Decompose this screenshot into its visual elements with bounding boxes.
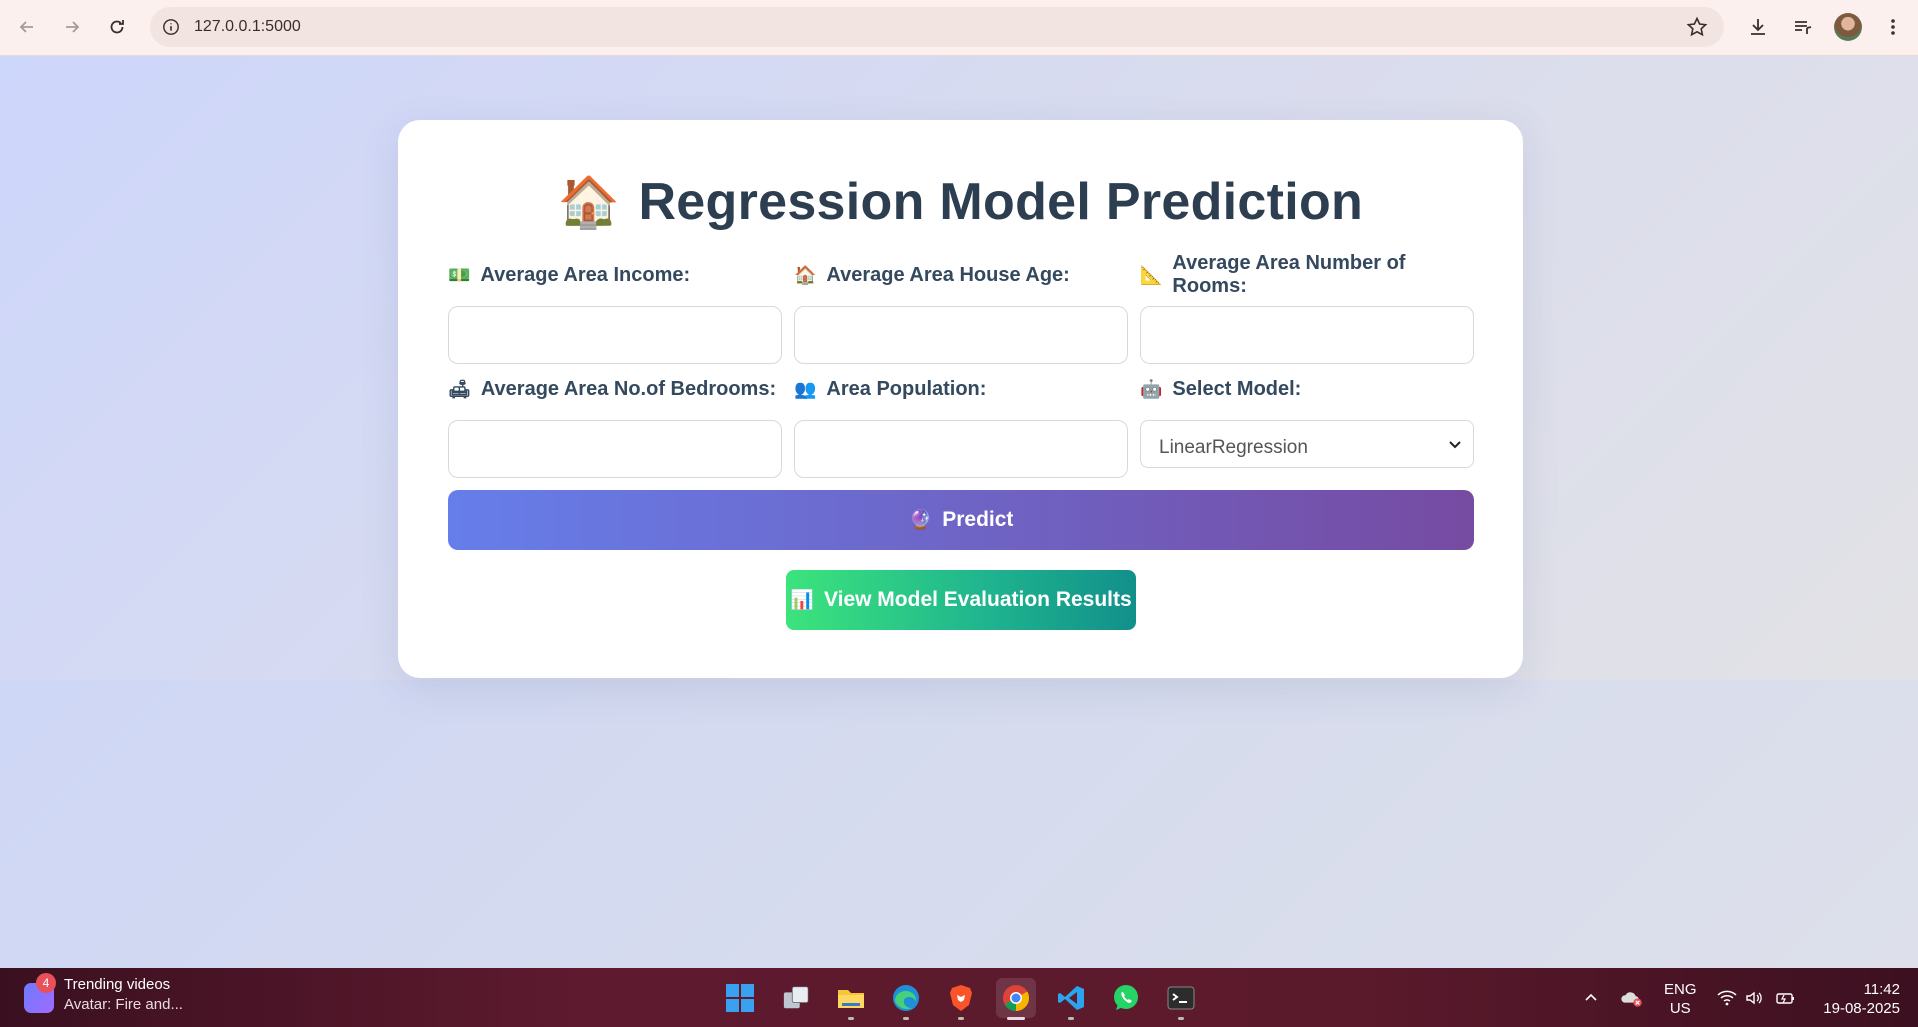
language-indicator[interactable]: ENG US — [1664, 980, 1697, 1018]
widget-title: Trending videos — [64, 976, 171, 993]
back-button[interactable] — [10, 10, 44, 44]
task-view-icon[interactable] — [776, 978, 816, 1018]
model-label-text: Select Model: — [1172, 377, 1302, 400]
edge-icon[interactable] — [886, 978, 926, 1020]
wifi-icon[interactable] — [1717, 968, 1737, 1027]
chrome-icon[interactable] — [996, 978, 1036, 1020]
brave-icon[interactable] — [941, 978, 981, 1020]
crystal-ball-icon: 🔮 — [908, 510, 933, 531]
field-house-age: 🏠 Average Area House Age: — [794, 262, 1128, 364]
news-widget[interactable]: 4 Trending videos Avatar: Fire and... — [24, 973, 183, 1013]
address-bar[interactable]: 127.0.0.1:5000 — [150, 7, 1724, 47]
income-input[interactable] — [448, 306, 782, 364]
browser-toolbar: 127.0.0.1:5000 — [0, 0, 1918, 56]
terminal-icon[interactable] — [1161, 978, 1201, 1020]
house-age-input[interactable] — [794, 306, 1128, 364]
notification-badge: 4 — [36, 973, 56, 993]
robot-icon: 🤖 — [1140, 378, 1163, 399]
downloads-icon[interactable] — [1743, 12, 1773, 42]
page-title: 🏠 Regression Model Prediction — [398, 172, 1523, 232]
rooms-label-text: Average Area Number of Rooms: — [1172, 252, 1406, 297]
media-controls-icon[interactable] — [1788, 12, 1818, 42]
widget-subtitle: Avatar: Fire and... — [64, 996, 183, 1013]
field-rooms: 📐 Average Area Number of Rooms: — [1140, 252, 1474, 364]
population-input[interactable] — [794, 420, 1128, 478]
arrow-left-icon — [19, 21, 33, 33]
start-icon[interactable] — [720, 978, 760, 1018]
predict-button[interactable]: 🔮 Predict — [448, 490, 1474, 550]
running-indicator — [1178, 1017, 1184, 1020]
view-evaluation-button-label: View Model Evaluation Results — [823, 588, 1132, 611]
rooms-label: 📐 Average Area Number of Rooms: — [1140, 252, 1474, 297]
running-indicator — [958, 1017, 964, 1020]
chevron-down-icon — [1449, 441, 1461, 449]
onedrive-error-icon[interactable] — [1620, 968, 1644, 1027]
vscode-icon[interactable] — [1051, 978, 1091, 1020]
bedrooms-label-text: Average Area No.of Bedrooms: — [480, 377, 777, 400]
region-code: US — [1669, 1000, 1691, 1017]
couch-icon: 🛋 — [448, 378, 471, 399]
field-income: 💵 Average Area Income: — [448, 262, 782, 364]
bar-chart-icon: 📊 — [790, 590, 814, 611]
volume-icon[interactable] — [1745, 968, 1765, 1027]
model-label: 🤖 Select Model: — [1140, 376, 1474, 402]
view-evaluation-button[interactable]: 📊 View Model Evaluation Results — [786, 570, 1136, 630]
language-code: ENG — [1664, 981, 1697, 998]
house-age-label-text: Average Area House Age: — [826, 263, 1070, 286]
file-explorer-icon[interactable] — [831, 978, 871, 1020]
battery-icon[interactable] — [1775, 968, 1797, 1027]
house-icon: 🏠 — [557, 174, 621, 230]
house-age-label: 🏠 Average Area House Age: — [794, 262, 1128, 288]
money-icon: 💵 — [448, 264, 471, 285]
reload-icon — [110, 20, 124, 34]
field-model: 🤖 Select Model: LinearRegression — [1140, 376, 1474, 468]
people-icon: 👥 — [794, 378, 817, 399]
income-label: 💵 Average Area Income: — [448, 262, 782, 288]
bookmark-star-icon[interactable] — [1686, 16, 1708, 38]
field-population: 👥 Area Population: — [794, 376, 1128, 478]
system-clock[interactable]: 11:42 19-08-2025 — [1816, 980, 1900, 1018]
reload-button[interactable] — [100, 10, 134, 44]
windows-taskbar: 4 Trending videos Avatar: Fire and... EN… — [0, 968, 1918, 1027]
population-label: 👥 Area Population: — [794, 376, 1128, 402]
menu-kebab-icon[interactable] — [1878, 12, 1908, 42]
active-indicator — [1007, 1017, 1025, 1020]
profile-avatar[interactable] — [1834, 13, 1862, 41]
arrow-right-icon — [66, 21, 80, 33]
clock-date: 19-08-2025 — [1823, 1000, 1900, 1017]
show-hidden-icons-chevron-up-icon[interactable] — [1583, 968, 1599, 1027]
model-select[interactable]: LinearRegression — [1140, 420, 1474, 468]
forward-button[interactable] — [55, 10, 89, 44]
video-widget-icon: 4 — [24, 973, 56, 1013]
bedrooms-input[interactable] — [448, 420, 782, 478]
house-icon: 🏠 — [794, 264, 817, 285]
url-text[interactable]: 127.0.0.1:5000 — [194, 18, 301, 36]
running-indicator — [1068, 1017, 1074, 1020]
triangle-ruler-icon: 📐 — [1140, 264, 1163, 285]
site-info-icon[interactable] — [160, 16, 182, 38]
income-label-text: Average Area Income: — [480, 263, 691, 286]
population-label-text: Area Population: — [826, 377, 987, 400]
whatsapp-icon[interactable] — [1106, 978, 1146, 1018]
running-indicator — [848, 1017, 854, 1020]
page-title-text: Regression Model Prediction — [638, 173, 1364, 231]
model-select-value: LinearRegression — [1159, 437, 1308, 458]
page-viewport: 🏠 Regression Model Prediction 💵 Average Ar… — [0, 56, 1918, 968]
running-indicator — [903, 1017, 909, 1020]
predict-button-label: Predict — [942, 508, 1014, 531]
rooms-input[interactable] — [1140, 306, 1474, 364]
field-bedrooms: 🛋 Average Area No.of Bedrooms: — [448, 376, 782, 478]
bedrooms-label: 🛋 Average Area No.of Bedrooms: — [448, 376, 782, 402]
prediction-card: 🏠 Regression Model Prediction 💵 Average Ar… — [398, 120, 1523, 678]
clock-time: 11:42 — [1863, 981, 1900, 998]
